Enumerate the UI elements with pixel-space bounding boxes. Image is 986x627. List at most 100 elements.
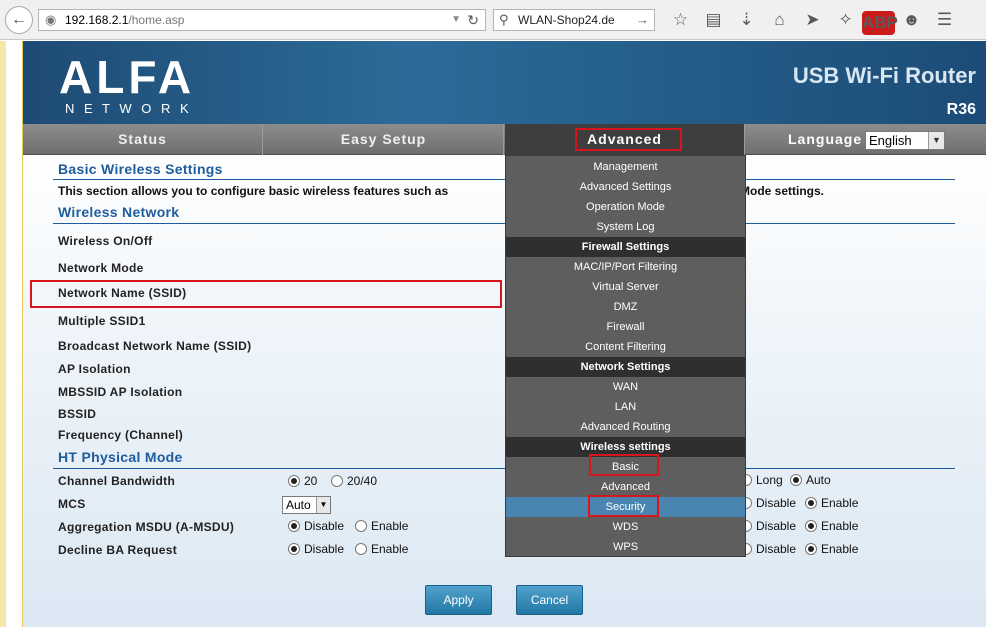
radio-button[interactable] — [288, 520, 300, 532]
option-label: Enable — [821, 542, 859, 556]
menu-item-operation-mode[interactable]: Operation Mode — [506, 197, 745, 217]
amsdu-enable-option[interactable]: Enable — [355, 519, 408, 533]
search-bar[interactable]: ⚲ WLAN-Shop24.de → — [493, 9, 655, 31]
product-name: USB Wi-Fi Router — [792, 63, 976, 88]
globe-icon: ◉ — [45, 12, 57, 27]
right-row2-enable-option[interactable]: Enable — [805, 496, 858, 510]
right-row3-disable-option[interactable]: Disable — [740, 519, 796, 533]
apply-button[interactable]: Apply — [425, 585, 492, 615]
decline-ba-disable-option[interactable]: Disable — [288, 542, 344, 556]
divider — [53, 468, 955, 469]
option-label: 20/40 — [347, 474, 378, 488]
radio-button[interactable] — [331, 475, 343, 487]
reload-icon[interactable]: ↻ — [467, 10, 479, 30]
menu-item-firewall[interactable]: Firewall — [506, 317, 745, 337]
menu-item-dmz[interactable]: DMZ — [506, 297, 745, 317]
guard-auto-option[interactable]: Auto — [790, 473, 831, 487]
amsdu-disable-option[interactable]: Disable — [288, 519, 344, 533]
option-label: Enable — [821, 496, 859, 510]
main-nav: Status Easy Setup Advanced Language Engl… — [23, 124, 986, 155]
browser-toolbar: ← ◉ 192.168.2.1/home.asp ▼ ↻ ⚲ WLAN-Shop… — [0, 0, 986, 40]
option-label: Disable — [756, 496, 797, 510]
channel-bw-20-option[interactable]: 20 — [288, 474, 317, 488]
chevron-down-icon[interactable]: ▼ — [928, 132, 944, 149]
radio-button[interactable] — [288, 543, 300, 555]
address-bar[interactable]: ◉ 192.168.2.1/home.asp ▼ ↻ — [38, 9, 486, 31]
radio-button[interactable] — [805, 543, 817, 555]
adblock-icon[interactable]: ABP — [862, 8, 898, 35]
menu-item-wireless-advanced[interactable]: Advanced — [506, 477, 745, 497]
label-network-mode: Network Mode — [58, 261, 144, 275]
chevron-down-icon[interactable]: ▼ — [451, 10, 461, 30]
menu-item-system-log[interactable]: System Log — [506, 217, 745, 237]
go-arrow-icon[interactable]: → — [636, 10, 649, 30]
menu-item-mac-ip-port-filtering[interactable]: MAC/IP/Port Filtering — [506, 257, 745, 277]
menu-item-wps[interactable]: WPS — [506, 537, 745, 557]
ht-physical-mode-title: HT Physical Mode — [58, 449, 183, 465]
bookmark-star-icon[interactable]: ☆ — [664, 8, 697, 32]
url-text: 192.168.2.1/home.asp — [65, 13, 185, 27]
option-label: Auto — [806, 473, 831, 487]
menu-item-content-filtering[interactable]: Content Filtering — [506, 337, 745, 357]
label-bssid: BSSID — [58, 407, 97, 421]
label-decline-ba: Decline BA Request — [58, 543, 177, 557]
menu-item-wds[interactable]: WDS — [506, 517, 745, 537]
router-header: ALFA N E T W O R K USB Wi-Fi Router R36 — [23, 41, 986, 124]
option-label: 20 — [304, 474, 318, 488]
tab-easy-setup[interactable]: Easy Setup — [264, 124, 504, 155]
alfa-logo: ALFA N E T W O R K — [59, 53, 195, 116]
option-label: Disable — [756, 519, 797, 533]
reading-list-icon[interactable]: ▤ — [697, 8, 730, 32]
radio-button[interactable] — [355, 543, 367, 555]
option-label: Disable — [756, 542, 797, 556]
menu-item-lan[interactable]: LAN — [506, 397, 745, 417]
radio-button[interactable] — [288, 475, 300, 487]
right-row3-enable-option[interactable]: Enable — [805, 519, 858, 533]
language-label: Language — [788, 131, 863, 147]
option-label: Long — [756, 473, 783, 487]
cancel-button[interactable]: Cancel — [516, 585, 583, 615]
menu-item-advanced-routing[interactable]: Advanced Routing — [506, 417, 745, 437]
home-icon[interactable]: ⌂ — [763, 8, 796, 32]
label-multiple-ssid1: Multiple SSID1 — [58, 314, 146, 328]
channel-bw-2040-option[interactable]: 20/40 — [331, 474, 377, 488]
menu-item-wan[interactable]: WAN — [506, 377, 745, 397]
menu-icon[interactable]: ☰ — [928, 8, 961, 32]
option-label: Enable — [371, 519, 409, 533]
radio-button[interactable] — [790, 474, 802, 486]
search-icon: ⚲ — [499, 12, 509, 27]
language-select[interactable]: English ▼ — [865, 131, 945, 150]
page-title: Basic Wireless Settings — [58, 161, 223, 177]
right-row4-enable-option[interactable]: Enable — [805, 542, 858, 556]
addon-icon[interactable]: ✧ — [829, 8, 862, 32]
chevron-down-icon[interactable]: ▼ — [316, 497, 330, 513]
tab-status[interactable]: Status — [23, 124, 263, 155]
label-frequency: Frequency (Channel) — [58, 428, 184, 442]
menu-item-advanced-settings[interactable]: Advanced Settings — [506, 177, 745, 197]
label-broadcast-ssid: Broadcast Network Name (SSID) — [58, 339, 252, 353]
logo-text: ALFA — [59, 53, 195, 103]
guard-long-option[interactable]: Long — [740, 473, 783, 487]
highlight-advanced-tab — [575, 128, 682, 151]
option-label: Enable — [821, 519, 859, 533]
section-description-right: Mode settings. — [740, 184, 825, 198]
right-row4-disable-option[interactable]: Disable — [740, 542, 796, 556]
send-icon[interactable]: ➤ — [796, 8, 829, 32]
left-margin-strip — [0, 41, 23, 627]
menu-item-management[interactable]: Management — [506, 157, 745, 177]
option-label: Disable — [304, 542, 345, 556]
back-button[interactable]: ← — [5, 6, 33, 34]
radio-button[interactable] — [805, 497, 817, 509]
decline-ba-enable-option[interactable]: Enable — [355, 542, 408, 556]
download-icon[interactable]: ⇣ — [730, 8, 763, 32]
label-mcs: MCS — [58, 497, 86, 511]
divider — [53, 179, 955, 180]
menu-header-firewall-settings: Firewall Settings — [506, 237, 745, 257]
smiley-icon[interactable]: ☻ — [895, 8, 928, 32]
right-row2-disable-option[interactable]: Disable — [740, 496, 796, 510]
mcs-select[interactable]: Auto ▼ — [282, 496, 331, 514]
radio-button[interactable] — [805, 520, 817, 532]
highlight-network-name — [30, 280, 502, 308]
radio-button[interactable] — [355, 520, 367, 532]
menu-item-virtual-server[interactable]: Virtual Server — [506, 277, 745, 297]
